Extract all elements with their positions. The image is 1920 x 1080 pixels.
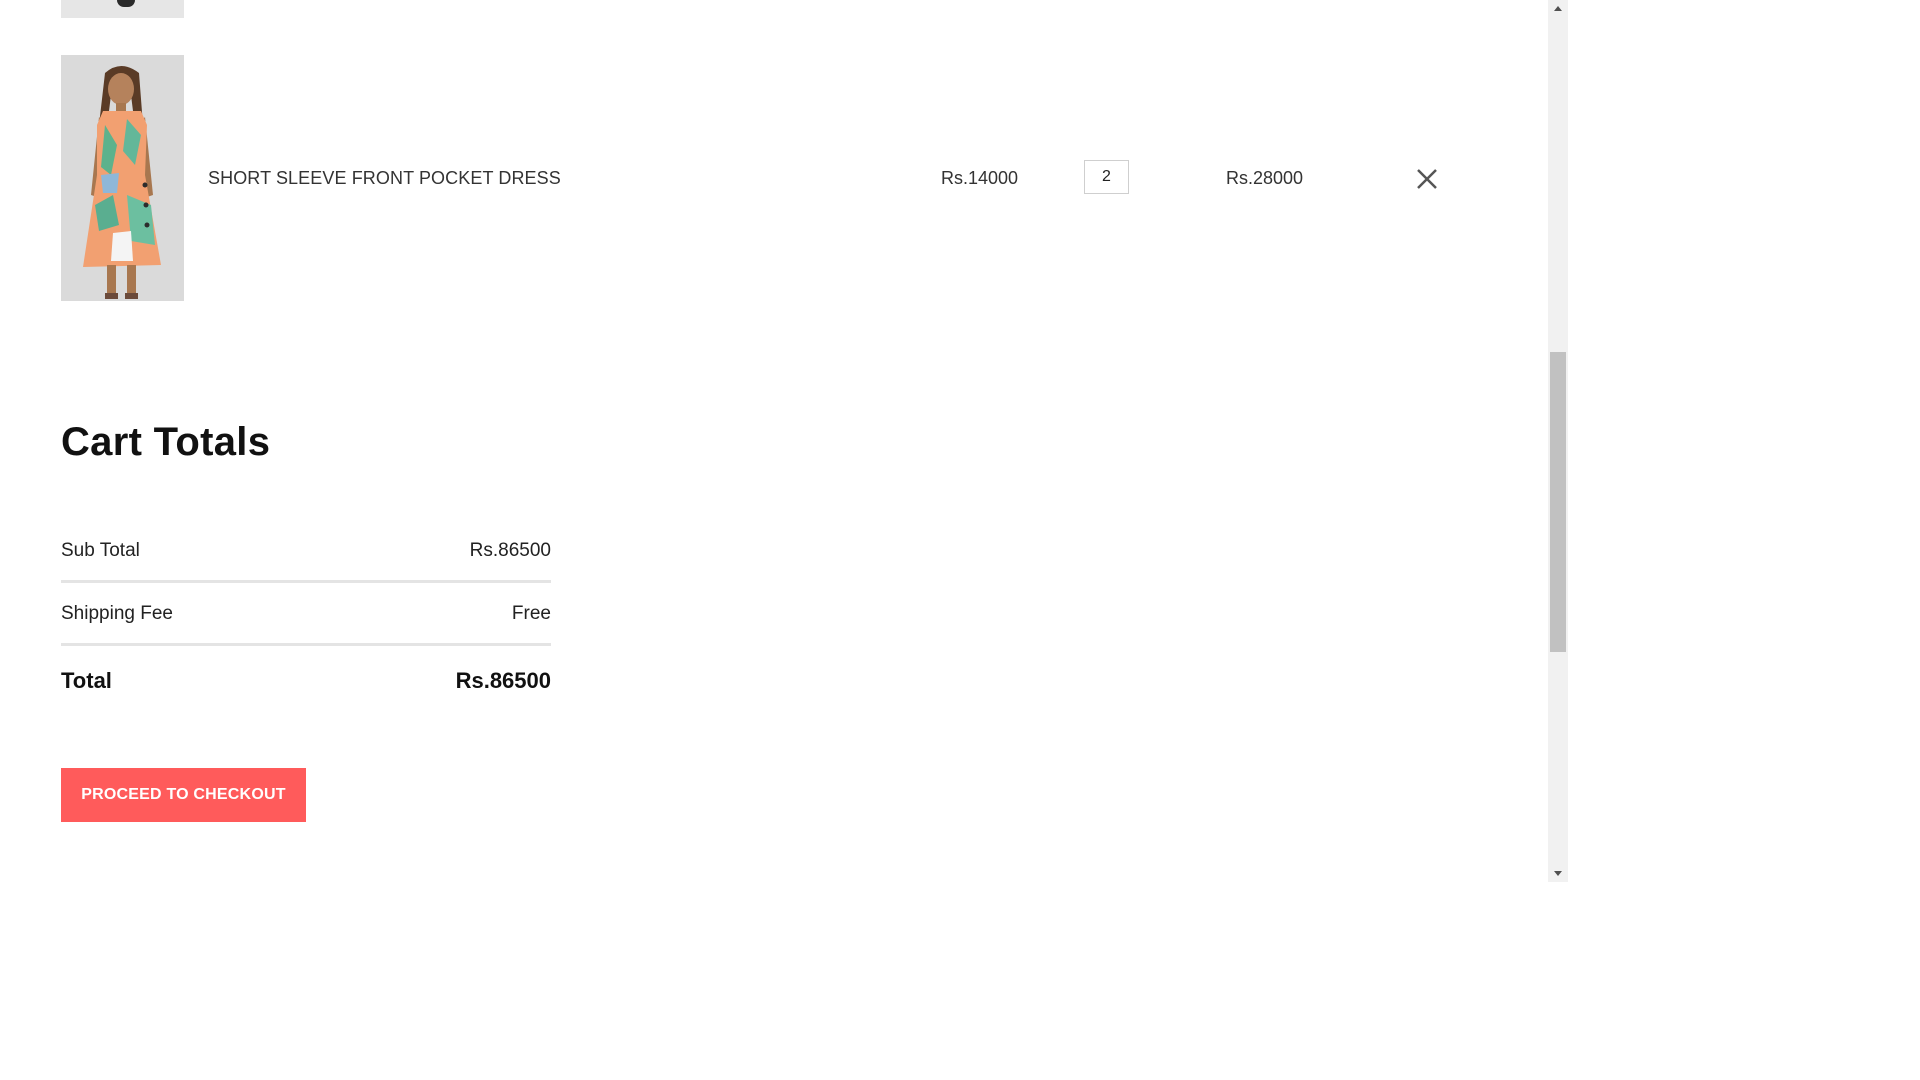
total-row: Total Rs.86500: [61, 646, 551, 709]
caret-down-icon: [1554, 871, 1562, 876]
shoe-graphic: [117, 0, 135, 7]
shipping-value: Free: [511, 603, 551, 624]
shipping-row: Shipping Fee Free: [61, 583, 551, 646]
proceed-to-checkout-button[interactable]: PROCEED TO CHECKOUT: [61, 768, 306, 822]
product-name[interactable]: SHORT SLEEVE FRONT POCKET DRESS: [208, 168, 561, 189]
close-icon: [1417, 169, 1437, 189]
subtotal-value: Rs.86500: [469, 540, 551, 561]
cart-item-row: SHORT SLEEVE FRONT POCKET DRESS Rs.14000…: [61, 55, 1461, 301]
quantity-input[interactable]: [1084, 160, 1129, 194]
subtotal-label: Sub Total: [61, 540, 140, 561]
shipping-label: Shipping Fee: [61, 603, 173, 624]
vertical-scrollbar[interactable]: [1548, 0, 1568, 882]
total-label: Total: [61, 668, 112, 693]
caret-up-icon: [1554, 6, 1562, 11]
line-total: Rs.28000: [1226, 168, 1304, 188]
scroll-up-button[interactable]: [1548, 0, 1568, 16]
remove-item-button[interactable]: [1415, 167, 1439, 191]
subtotal-row: Sub Total Rs.86500: [61, 520, 551, 583]
dress-photo-graphic: [61, 55, 184, 301]
scrollbar-thumb[interactable]: [1550, 352, 1566, 652]
cart-totals-title: Cart Totals: [61, 420, 271, 464]
unit-price: Rs.14000: [941, 168, 1019, 188]
scroll-down-button[interactable]: [1548, 866, 1568, 882]
cart-page: SHORT SLEEVE FRONT POCKET DRESS Rs.14000…: [0, 0, 1568, 882]
product-image[interactable]: [61, 55, 184, 301]
total-value: Rs.86500: [455, 668, 551, 693]
cart-totals-table: Sub Total Rs.86500 Shipping Fee Free Tot…: [61, 520, 551, 709]
previous-product-image: [61, 0, 184, 18]
